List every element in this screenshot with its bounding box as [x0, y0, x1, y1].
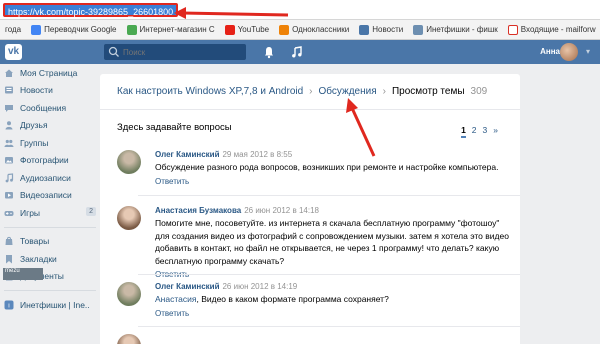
- arrow-to-discussions-icon: [346, 98, 376, 157]
- arrow-to-url-icon: [174, 7, 289, 19]
- annotation-arrows: [174, 7, 376, 157]
